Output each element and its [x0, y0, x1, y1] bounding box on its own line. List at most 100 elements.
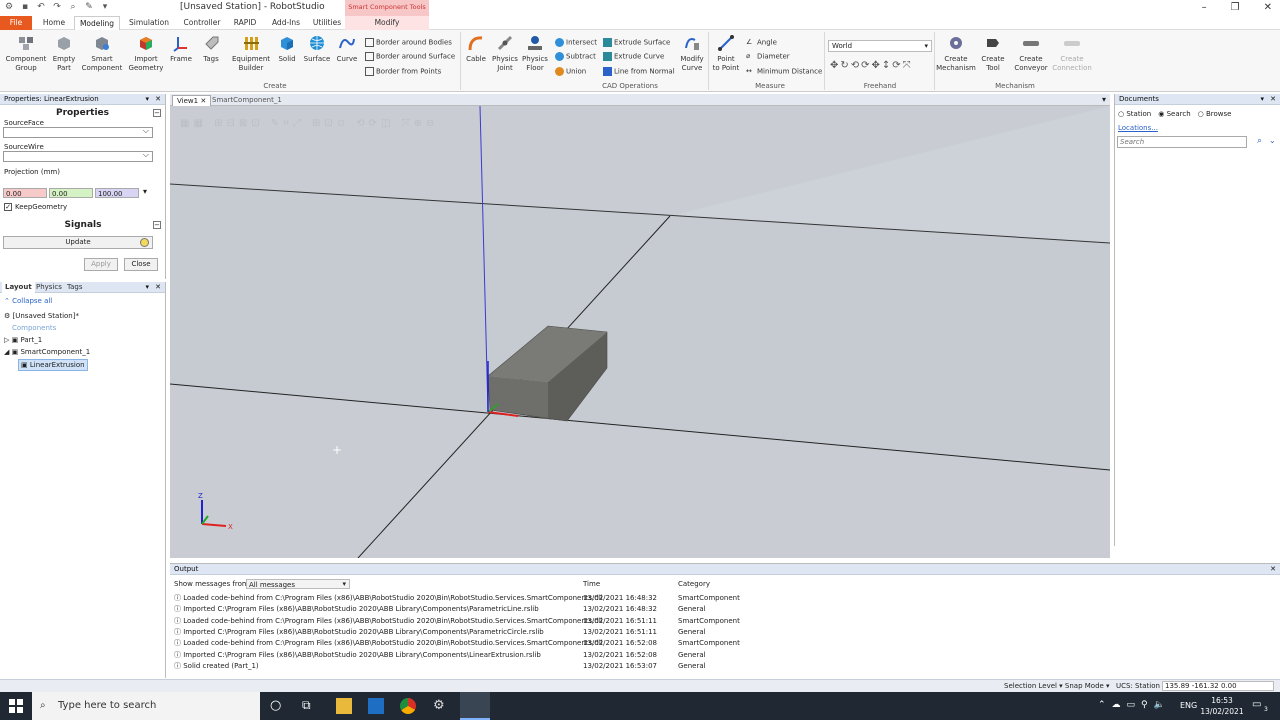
- reference-frame-dropdown[interactable]: World ▾: [828, 40, 932, 52]
- customize-chevron-icon[interactable]: ▾: [100, 2, 110, 12]
- frame-button[interactable]: Frame: [168, 34, 194, 64]
- output-row[interactable]: ⓘ Imported C:\Program Files (x86)\ABB\Ro…: [174, 604, 539, 615]
- apply-button[interactable]: Apply: [84, 258, 118, 271]
- border-from-points-button[interactable]: Border from Points: [365, 67, 441, 77]
- sourceface-combo[interactable]: [3, 126, 153, 138]
- projection-x-field[interactable]: 0.00: [3, 188, 47, 198]
- empty-part-button[interactable]: Empty Part: [50, 34, 78, 73]
- redo-icon[interactable]: ↷: [52, 2, 62, 12]
- physics-floor-button[interactable]: Physics Floor: [522, 34, 548, 73]
- tab-tags[interactable]: Tags: [64, 282, 86, 293]
- physics-joint-button[interactable]: Physics Joint: [490, 34, 520, 73]
- outlook-icon[interactable]: [368, 698, 384, 714]
- close-icon[interactable]: ✕: [1270, 564, 1276, 575]
- close-button[interactable]: Close: [124, 258, 158, 271]
- smart-component-button[interactable]: Smart Component: [80, 34, 124, 73]
- curve-button[interactable]: Curve: [334, 34, 360, 64]
- create-mechanism-button[interactable]: Create Mechanism: [936, 34, 976, 73]
- taskbar-search-box[interactable]: ⌕ Type here to search: [32, 692, 260, 720]
- search-icon[interactable]: ⌕: [1257, 136, 1262, 146]
- tray-icons[interactable]: ⌃☁▭⚲🔈: [1098, 700, 1171, 710]
- zoom-icon[interactable]: ⌕: [68, 2, 78, 12]
- tree-part1[interactable]: ▷ ▣ Part_1: [4, 335, 42, 345]
- collapse-all-link[interactable]: ⌃ Collapse all: [4, 296, 52, 306]
- file-explorer-icon[interactable]: [336, 698, 352, 714]
- diameter-button[interactable]: ⌀ Diameter: [746, 52, 790, 62]
- border-around-bodies-button[interactable]: Border around Bodies: [365, 38, 452, 48]
- output-row[interactable]: ⓘ Imported C:\Program Files (x86)\ABB\Ro…: [174, 650, 541, 661]
- create-tool-button[interactable]: Create Tool: [978, 34, 1008, 73]
- output-row[interactable]: ⓘ Loaded code-behind from C:\Program Fil…: [174, 616, 603, 627]
- selection-snap-menu[interactable]: Selection Level ▾ Snap Mode ▾: [1004, 680, 1110, 692]
- projection-z-field[interactable]: 100.00: [95, 188, 139, 198]
- angle-button[interactable]: ∠ Angle: [746, 38, 777, 48]
- intersect-button[interactable]: Intersect: [555, 38, 597, 48]
- collapse-icon[interactable]: −: [153, 109, 161, 117]
- chevron-down-icon[interactable]: ⌄: [1269, 136, 1276, 145]
- create-conveyor-button[interactable]: Create Conveyor: [1012, 34, 1050, 73]
- sourcewire-combo[interactable]: [3, 150, 153, 162]
- cable-button[interactable]: Cable: [464, 34, 488, 64]
- output-row[interactable]: ⓘ Loaded code-behind from C:\Program Fil…: [174, 593, 603, 604]
- message-filter-dropdown[interactable]: All messages ▾: [246, 579, 350, 589]
- update-signal-button[interactable]: Update: [3, 236, 153, 249]
- close-icon[interactable]: ✕: [155, 282, 161, 293]
- extrude-surface-button[interactable]: Extrude Surface: [603, 38, 670, 48]
- tree-linearextrusion[interactable]: ▣ LinearExtrusion: [18, 359, 88, 371]
- documents-search-input[interactable]: [1117, 136, 1247, 148]
- viewport-toolbar-icons[interactable]: ▦▦ ⊞⊟⊠⊡ ✎⌗⤢ ⊞⊡⊙ ⟲⟳◫ ⤧⊕⊖: [180, 118, 438, 129]
- tab-file[interactable]: File: [0, 16, 32, 30]
- tools-icon[interactable]: ✎: [84, 2, 94, 12]
- subtract-button[interactable]: Subtract: [555, 52, 596, 62]
- chrome-icon[interactable]: [400, 698, 416, 714]
- pin-icon[interactable]: ▾: [145, 282, 149, 293]
- border-around-surface-button[interactable]: Border around Surface: [365, 52, 455, 62]
- pin-icon[interactable]: ▾: [145, 94, 149, 105]
- language-indicator[interactable]: ENG: [1180, 701, 1197, 710]
- tab-physics[interactable]: Physics: [33, 282, 65, 293]
- output-row[interactable]: ⓘ Solid created (Part_1): [174, 661, 259, 672]
- close-icon[interactable]: ✕: [1270, 94, 1276, 105]
- line-from-normal-button[interactable]: Line from Normal: [603, 67, 675, 77]
- robotstudio-taskbar-icon[interactable]: [460, 692, 490, 720]
- solid-button[interactable]: Solid: [274, 34, 300, 64]
- chevron-down-icon[interactable]: ▾: [1102, 95, 1106, 104]
- tab-utilities[interactable]: Utilities: [310, 16, 344, 30]
- close-icon[interactable]: ✕: [1264, 2, 1272, 13]
- radio-search[interactable]: ◉ Search: [1158, 110, 1190, 118]
- output-row[interactable]: ⓘ Loaded code-behind from C:\Program Fil…: [174, 638, 603, 649]
- radio-station[interactable]: ○ Station: [1118, 110, 1151, 118]
- tab-controller[interactable]: Controller: [180, 16, 224, 30]
- tab-modify[interactable]: Modify: [345, 16, 429, 30]
- tab-addins[interactable]: Add-Ins: [268, 16, 304, 30]
- tags-button[interactable]: Tags: [198, 34, 224, 64]
- cortana-icon[interactable]: ○: [270, 698, 286, 714]
- undo-icon[interactable]: ↶: [36, 2, 46, 12]
- save-icon[interactable]: ▪: [20, 2, 30, 12]
- clock[interactable]: 16:53 13/02/2021: [1200, 695, 1244, 717]
- minimum-distance-button[interactable]: ↔ Minimum Distance: [746, 67, 822, 77]
- tab-layout[interactable]: Layout: [2, 282, 35, 293]
- tab-smartcomponent1[interactable]: SmartComponent_1: [208, 95, 286, 106]
- col-category-header[interactable]: Category: [678, 579, 710, 590]
- collapse-icon[interactable]: −: [153, 221, 161, 229]
- component-group-button[interactable]: Component Group: [4, 34, 48, 73]
- tab-modeling[interactable]: Modeling: [74, 16, 120, 30]
- app-gear-icon[interactable]: ⚙: [433, 698, 449, 714]
- minimize-icon[interactable]: –: [1202, 2, 1207, 13]
- output-row[interactable]: ⓘ Imported C:\Program Files (x86)\ABB\Ro…: [174, 627, 544, 638]
- locations-link[interactable]: Locations...: [1118, 124, 1158, 132]
- pin-icon[interactable]: ▾: [1260, 94, 1264, 105]
- radio-browse[interactable]: ○ Browse: [1198, 110, 1232, 118]
- maximize-icon[interactable]: ❐: [1231, 2, 1240, 13]
- projection-y-field[interactable]: 0.00: [49, 188, 93, 198]
- point-to-point-button[interactable]: Point to Point: [710, 34, 742, 73]
- notification-icon[interactable]: ▭: [1252, 699, 1261, 710]
- surface-button[interactable]: Surface: [302, 34, 332, 64]
- 3d-viewport[interactable]: + Z X ▦▦ ⊞⊟⊠⊡ ✎⌗⤢ ⊞⊡⊙ ⟲⟳◫ ⤧⊕⊖: [170, 106, 1110, 558]
- close-icon[interactable]: ✕: [155, 94, 161, 105]
- tree-smartcomponent1[interactable]: ◢ ▣ SmartComponent_1: [4, 347, 90, 357]
- tab-home[interactable]: Home: [38, 16, 70, 30]
- extrude-curve-button[interactable]: Extrude Curve: [603, 52, 664, 62]
- modify-curve-button[interactable]: Modify Curve: [678, 34, 706, 73]
